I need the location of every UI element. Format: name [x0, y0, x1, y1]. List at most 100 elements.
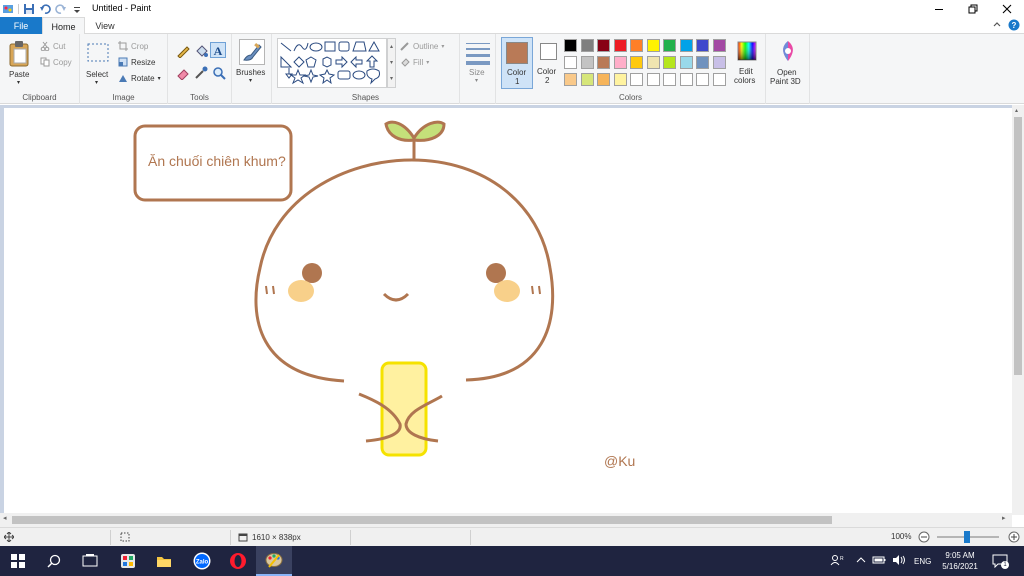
copy-label: Copy [53, 57, 72, 67]
palette-swatch[interactable] [712, 73, 726, 86]
palette-swatch[interactable] [630, 39, 643, 52]
select-icon [87, 43, 109, 62]
customize-quick-access-icon[interactable] [71, 3, 83, 15]
tray-overflow-icon[interactable] [856, 556, 866, 566]
brushes-group[interactable]: Brushes ▾ [232, 34, 272, 104]
palette-swatch[interactable] [663, 73, 676, 86]
paint3d-group[interactable]: Open Paint 3D [766, 34, 810, 104]
palette-swatch[interactable] [564, 73, 577, 86]
palette-swatch[interactable] [580, 73, 594, 86]
drawing-canvas[interactable]: Ăn chuối chiên khum? @Ku [4, 108, 1012, 513]
outline-button[interactable]: Outline ▾ [400, 41, 444, 51]
palette-swatch[interactable] [597, 73, 610, 86]
tools-group: A Tools [168, 34, 232, 104]
tab-view[interactable]: View [86, 17, 124, 34]
color-picker-icon[interactable] [194, 66, 208, 82]
rotate-button[interactable]: Rotate ▾ [118, 73, 161, 83]
edit-colors-button[interactable]: Edit colors [730, 37, 764, 89]
size-icon [466, 43, 490, 65]
save-icon[interactable] [23, 3, 35, 15]
minimize-button[interactable] [922, 0, 956, 17]
palette-swatch[interactable] [646, 73, 660, 86]
palette-swatch[interactable] [646, 39, 660, 52]
restore-button[interactable] [956, 0, 990, 17]
horizontal-scrollbar[interactable]: ◂ ▸ [0, 513, 1012, 527]
collapse-ribbon-icon[interactable] [992, 20, 1002, 32]
crop-button[interactable]: Crop [118, 41, 148, 51]
battery-icon[interactable] [872, 555, 886, 567]
palette-swatch[interactable] [613, 73, 627, 86]
volume-icon[interactable] [892, 555, 906, 567]
select-button[interactable]: Select ▾ [84, 38, 112, 86]
help-icon[interactable]: ? [1008, 19, 1020, 33]
palette-swatch[interactable] [613, 56, 627, 69]
svg-text:A: A [214, 44, 223, 56]
palette-swatch[interactable] [712, 39, 726, 52]
magnifier-icon[interactable] [212, 66, 226, 82]
vertical-scrollbar[interactable]: ▴ [1012, 105, 1024, 515]
palette-swatch[interactable] [580, 56, 594, 69]
paste-button[interactable]: Paste ▾ [6, 38, 34, 86]
notification-center-button[interactable]: 1 [992, 554, 1009, 570]
tab-home[interactable]: Home [42, 17, 85, 35]
palette-swatch[interactable] [580, 39, 594, 52]
palette-swatch[interactable] [696, 73, 709, 86]
copy-button[interactable]: Copy [40, 57, 72, 67]
palette-swatch[interactable] [630, 56, 643, 69]
palette-swatch[interactable] [679, 73, 693, 86]
select-label: Select [86, 70, 109, 79]
people-icon[interactable]: R [830, 554, 844, 568]
palette-swatch[interactable] [663, 39, 676, 52]
shapes-gallery[interactable] [277, 38, 387, 88]
zoom-slider-thumb[interactable] [964, 531, 970, 543]
start-button[interactable] [0, 546, 36, 576]
palette-swatch[interactable] [696, 39, 709, 52]
tab-file[interactable]: File [0, 17, 42, 34]
palette-swatch[interactable] [696, 56, 709, 69]
palette-swatch[interactable] [630, 73, 643, 86]
size-group[interactable]: Size ▾ [460, 34, 496, 104]
task-view-button[interactable] [72, 546, 108, 576]
palette-swatch[interactable] [712, 56, 726, 69]
color2-button[interactable]: Color 2 [536, 37, 562, 89]
zoom-in-icon[interactable] [1008, 531, 1020, 545]
redo-icon[interactable] [55, 3, 67, 15]
horizontal-scroll-thumb[interactable] [12, 516, 832, 524]
palette-swatch[interactable] [679, 56, 693, 69]
pencil-icon[interactable] [176, 44, 190, 60]
fill-button[interactable]: Fill ▾ [400, 57, 429, 67]
palette-swatch[interactable] [646, 56, 660, 69]
file-explorer-button[interactable] [146, 546, 182, 576]
fill-icon [401, 58, 410, 67]
paint-taskbar-button[interactable] [256, 546, 292, 576]
palette-swatch[interactable] [564, 56, 577, 69]
shapes-gallery-scroll[interactable]: ▴ ▾ ▾ [387, 38, 396, 88]
palette-swatch[interactable] [679, 39, 693, 52]
file-explorer-icon [157, 557, 171, 567]
image-group: Select ▾ Crop Resize Rotate ▾ Image [80, 34, 168, 104]
palette-swatch[interactable] [597, 39, 610, 52]
palette-swatch[interactable] [564, 39, 577, 52]
left-blush [288, 280, 314, 302]
color2-number: 2 [545, 76, 550, 85]
zoom-out-icon[interactable] [918, 531, 930, 545]
resize-button[interactable]: Resize [118, 57, 155, 67]
palette-swatch[interactable] [597, 56, 610, 69]
opera-button[interactable] [220, 546, 256, 576]
taskbar-app-button[interactable] [110, 546, 146, 576]
color1-button[interactable]: Color 1 [501, 37, 533, 89]
clock[interactable]: 9:05 AM 5/16/2021 [930, 550, 990, 572]
palette-swatch[interactable] [663, 56, 676, 69]
text-tool-icon[interactable]: A [210, 42, 226, 58]
cut-button[interactable]: Cut [40, 41, 65, 51]
search-button[interactable] [36, 546, 72, 576]
zalo-button[interactable]: Zalo [184, 546, 220, 576]
resize-label: Resize [131, 57, 156, 67]
palette-swatch[interactable] [613, 39, 627, 52]
close-button[interactable] [990, 0, 1024, 17]
eraser-icon[interactable] [176, 66, 190, 82]
undo-icon[interactable] [39, 3, 51, 15]
language-indicator[interactable]: ENG [914, 557, 931, 566]
vertical-scroll-thumb[interactable] [1014, 117, 1022, 375]
fill-bucket-icon[interactable] [194, 44, 208, 60]
